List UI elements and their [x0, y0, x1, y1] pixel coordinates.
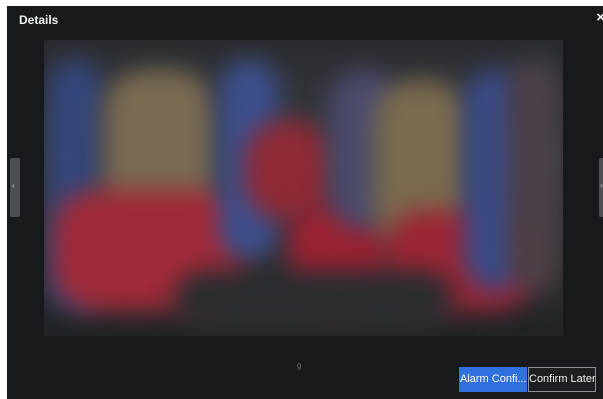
next-button[interactable]: ›: [599, 158, 603, 217]
alarm-confirm-button[interactable]: Alarm Confi...: [459, 367, 527, 392]
dialog-title: Details: [19, 13, 59, 27]
image-viewer: [44, 40, 563, 336]
confirm-later-button[interactable]: Confirm Later: [528, 367, 596, 392]
previous-button[interactable]: ‹: [10, 158, 20, 217]
close-icon[interactable]: ×: [596, 10, 603, 25]
chevron-right-icon: ›: [600, 181, 603, 190]
chevron-left-icon: ‹: [12, 181, 15, 190]
blurred-snapshot: [44, 40, 563, 336]
image-caption: g: [297, 361, 302, 370]
details-dialog: Details × ‹ › g Alarm Confi... Confirm L…: [7, 6, 603, 399]
